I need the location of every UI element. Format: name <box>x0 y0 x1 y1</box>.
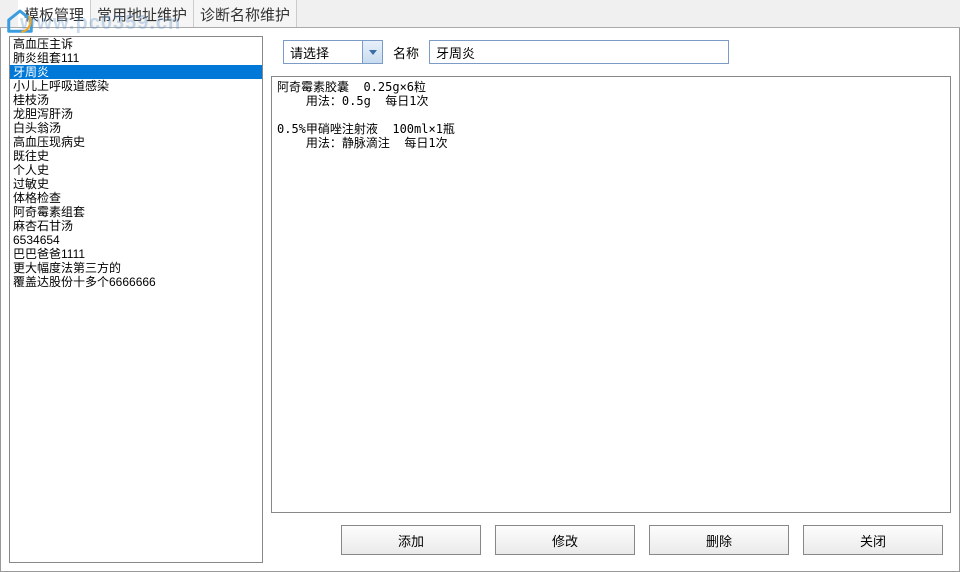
name-label: 名称 <box>393 43 419 62</box>
list-item[interactable]: 白头翁汤 <box>10 121 262 135</box>
list-item[interactable]: 龙胆泻肝汤 <box>10 107 262 121</box>
button-row: 添加 修改 删除 关闭 <box>271 521 951 563</box>
template-list[interactable]: 高血压主诉肺炎组套111牙周炎小儿上呼吸道感染桂枝汤龙胆泻肝汤白头翁汤高血压现病… <box>9 36 263 563</box>
list-item[interactable]: 高血压主诉 <box>10 37 262 51</box>
select-value: 请选择 <box>290 43 329 62</box>
list-item[interactable]: 体格检查 <box>10 191 262 205</box>
list-item[interactable]: 6534654 <box>10 233 262 247</box>
list-item[interactable]: 更大幅度法第三方的 <box>10 261 262 275</box>
category-select[interactable]: 请选择 <box>283 40 383 64</box>
right-panel: 请选择 名称 阿奇霉素胶囊 0.25g×6粒 用法：0.5g 每日1次 0.5%… <box>271 36 951 563</box>
list-item[interactable]: 小儿上呼吸道感染 <box>10 79 262 93</box>
add-button[interactable]: 添加 <box>341 525 481 555</box>
form-row: 请选择 名称 <box>271 36 951 68</box>
tab-diagnosis-maintain[interactable]: 诊断名称维护 <box>194 0 297 27</box>
name-input[interactable] <box>429 40 729 64</box>
list-item[interactable]: 桂枝汤 <box>10 93 262 107</box>
tab-bar: 模板管理 常用地址维护 诊断名称维护 <box>0 0 960 28</box>
list-item[interactable]: 既往史 <box>10 149 262 163</box>
chevron-down-icon <box>362 41 382 63</box>
list-item[interactable]: 高血压现病史 <box>10 135 262 149</box>
list-item[interactable]: 个人史 <box>10 163 262 177</box>
list-item[interactable]: 肺炎组套111 <box>10 51 262 65</box>
tab-template-manage[interactable]: 模板管理 <box>18 0 91 27</box>
list-item[interactable]: 麻杏石甘汤 <box>10 219 262 233</box>
content-textarea[interactable]: 阿奇霉素胶囊 0.25g×6粒 用法：0.5g 每日1次 0.5%甲硝唑注射液 … <box>271 76 951 513</box>
delete-button[interactable]: 删除 <box>649 525 789 555</box>
list-item[interactable]: 巴巴爸爸1111 <box>10 247 262 261</box>
tab-address-maintain[interactable]: 常用地址维护 <box>91 0 194 27</box>
list-item[interactable]: 覆盖达股份十多个6666666 <box>10 275 262 289</box>
list-item[interactable]: 阿奇霉素组套 <box>10 205 262 219</box>
close-button[interactable]: 关闭 <box>803 525 943 555</box>
list-item[interactable]: 牙周炎 <box>10 65 262 79</box>
modify-button[interactable]: 修改 <box>495 525 635 555</box>
list-item[interactable]: 过敏史 <box>10 177 262 191</box>
main-panel: 高血压主诉肺炎组套111牙周炎小儿上呼吸道感染桂枝汤龙胆泻肝汤白头翁汤高血压现病… <box>0 28 960 572</box>
